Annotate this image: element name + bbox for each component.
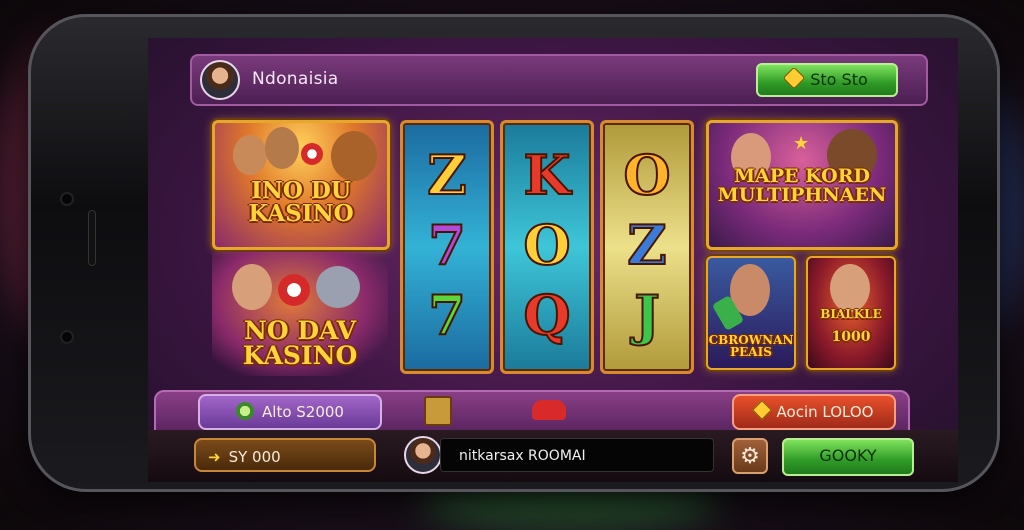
sensor-icon	[60, 330, 74, 344]
character-art	[830, 264, 870, 312]
reel-symbol: K	[523, 142, 572, 208]
chip-icon	[278, 274, 310, 306]
gift-icon[interactable]	[532, 400, 566, 420]
cat-mascot	[316, 266, 360, 308]
tile-title: NO DAV KASINO	[242, 316, 358, 370]
reel-symbol: O	[522, 212, 571, 278]
chip-icon	[301, 143, 323, 165]
top-action-button[interactable]: Sto Sto	[756, 63, 898, 97]
balance-display[interactable]: ➜ SY 000	[194, 438, 376, 472]
player-name: Ndonaisia	[252, 69, 339, 89]
phone-frame: Ndonaisia Sto Sto INO DU KASINO NO DAV K…	[28, 14, 1000, 492]
profile-avatar[interactable]	[200, 60, 240, 100]
reel-symbol: J	[633, 282, 661, 348]
character-art	[233, 135, 267, 175]
slot-reel-1: Z 7 7	[400, 120, 494, 374]
balance-value: SY 000	[228, 448, 281, 466]
game-tile-ino-du-kasino[interactable]: INO DU KASINO	[212, 120, 390, 250]
tile-title: MAPE KORD MULTIPHNAEN	[717, 165, 887, 206]
game-tile-mape-kord[interactable]: ★ MAPE KORD MULTIPHNAEN	[706, 120, 898, 250]
slot-reel-3: O Z J	[600, 120, 694, 374]
slot-reel-2: K O Q	[500, 120, 594, 374]
bear-mascot	[331, 131, 377, 181]
tile-title: INO DU KASINO	[248, 177, 354, 227]
action-button-label: Aocin LOLOO	[776, 403, 874, 421]
game-tile-cbrownan[interactable]: CBROWNAN PEAIS	[706, 256, 796, 370]
action-button[interactable]: Aocin LOLOO	[732, 394, 896, 430]
game-screen: Ndonaisia Sto Sto INO DU KASINO NO DAV K…	[148, 38, 958, 482]
slot-machine-icon[interactable]	[424, 396, 452, 426]
reel-symbol: Z	[626, 212, 667, 278]
page: { "header": { "title": "Ndonaisia", "top…	[0, 0, 1024, 530]
character-art	[232, 264, 272, 310]
reel-symbol: Q	[522, 282, 571, 348]
tag-icon	[782, 66, 806, 90]
tile-value: 1000	[831, 329, 871, 345]
bet-panel: Alto S2000 Aocin LOLOO	[154, 390, 910, 434]
game-tile-no-dav-kasino[interactable]: NO DAV KASINO	[212, 252, 388, 376]
settings-gear-icon[interactable]: ⚙	[732, 438, 768, 474]
tag-icon	[751, 400, 772, 420]
reel-symbol: 7	[427, 212, 467, 278]
bet-amount-label: Alto S2000	[262, 403, 344, 421]
arrow-right-icon: ➜	[208, 448, 221, 466]
tile-title: CBROWNAN PEAIS	[708, 333, 794, 359]
player-avatar[interactable]	[404, 436, 442, 474]
coin-icon	[236, 402, 255, 420]
game-tile-bialkle[interactable]: BIALKLE 1000	[806, 256, 896, 370]
confirm-button[interactable]: GOOKY	[782, 438, 914, 476]
reel-symbol: O	[622, 142, 671, 208]
top-bar: Ndonaisia Sto Sto	[190, 54, 928, 106]
footer-bar: ➜ SY 000 nitkarsax ROOMAI ⚙ GOOKY	[148, 430, 958, 482]
character-art	[265, 127, 299, 169]
star-icon: ★	[793, 133, 810, 154]
bet-amount-button[interactable]: Alto S2000	[198, 394, 382, 430]
player-info-bar[interactable]: nitkarsax ROOMAI	[440, 438, 714, 472]
tile-label: BIALKLE	[820, 307, 882, 321]
reel-symbol: Z	[426, 142, 467, 208]
reel-symbol: 7	[427, 282, 467, 348]
camera-icon	[60, 192, 74, 206]
volume-button	[88, 210, 96, 266]
top-action-label: Sto Sto	[810, 70, 868, 89]
